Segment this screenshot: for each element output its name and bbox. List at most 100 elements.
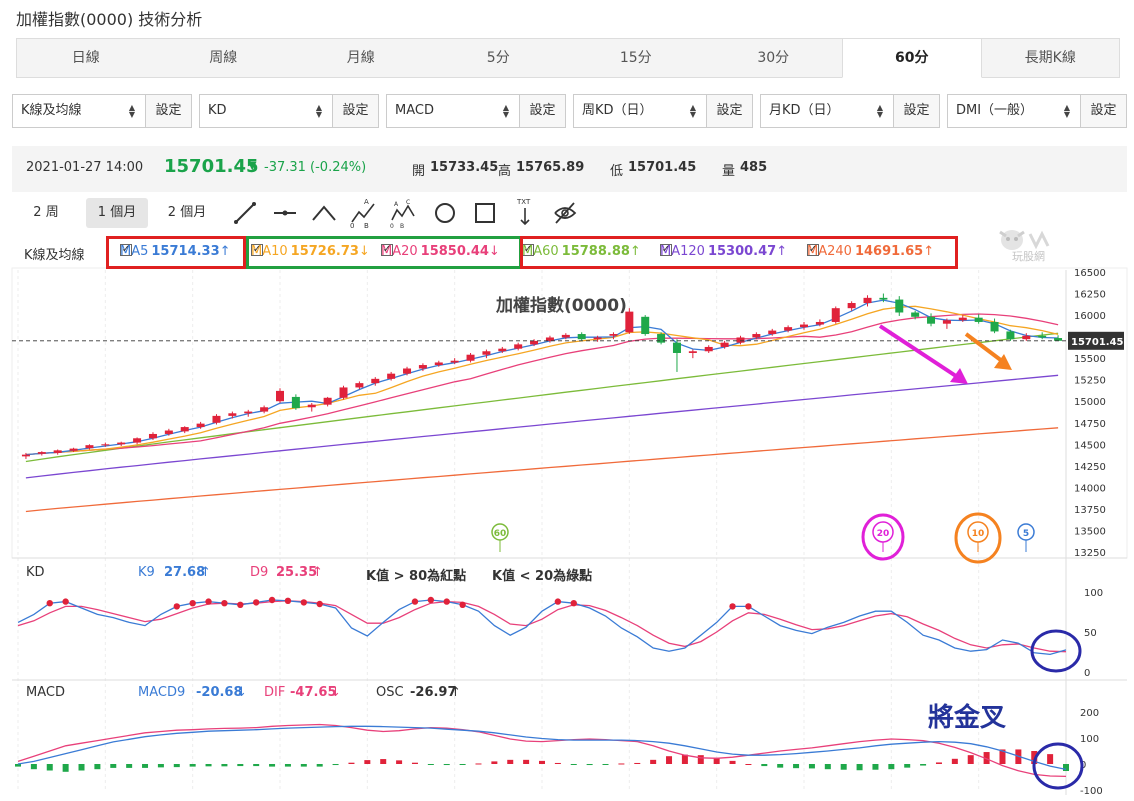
price-tag-text: 15701.45 [1071,337,1124,348]
price-tick-label: 15250 [1074,376,1106,387]
price-tick-label: 16250 [1074,290,1106,301]
candle-body [672,342,681,353]
osc-bar [221,764,228,767]
price-tick-label: 14000 [1074,483,1106,494]
osc-bar [666,756,673,764]
candle-body [688,351,697,353]
osc-bar [1063,764,1069,772]
candle-body [847,303,856,309]
osc-bar [46,764,53,771]
osc-bar [586,764,593,766]
kd-red-dot [173,603,180,610]
candle-body [561,334,570,338]
osc-bar [570,764,577,765]
osc-bar [173,764,180,768]
candle-body [609,334,618,336]
osc-bar [189,764,196,767]
kd-d-arrow: ↑ [312,565,323,580]
osc-bar [205,764,212,767]
macd-osc-label: OSC [376,685,404,700]
candle-body [498,348,507,352]
candle-body [117,442,126,445]
candle-body [339,387,348,398]
osc-bar [697,755,704,764]
kd-note1: K值 > 80為紅點 [366,569,467,584]
osc-bar [951,758,958,764]
macd-tick-label: 200 [1080,708,1099,719]
osc-bar [888,764,895,770]
candle-body [418,365,427,369]
macd-dif-arrow: ↓ [330,685,341,700]
macd-osc-arrow: ↑ [450,685,461,700]
candle-body [307,404,316,408]
osc-bar [745,764,752,765]
kd-d-label: D9 [250,565,269,580]
osc-bar [602,764,609,765]
price-tick-label: 15500 [1074,354,1106,365]
kd-tick-label: 100 [1084,588,1103,599]
kd-red-dot [62,598,69,605]
osc-bar [316,764,323,767]
osc-bar [634,762,641,764]
candle-body [974,317,983,322]
highlight-box-1 [246,236,522,269]
osc-bar [110,764,117,768]
ma-line-ma5 [25,299,1059,456]
candle-body [1006,331,1015,340]
candle-body [1038,335,1047,338]
osc-bar [411,762,418,764]
ma-marker-label: 5 [1023,529,1029,539]
price-tick-label: 14750 [1074,419,1106,430]
candle-body [990,321,999,332]
kd-red-dot [237,601,244,608]
macd-label: MACD [26,685,65,700]
candle-body [323,397,332,405]
kd-red-dot [268,596,276,604]
candle-body [895,299,904,313]
kd-red-dot [459,601,466,608]
osc-bar [380,759,387,764]
osc-bar [539,760,545,764]
kd-red-dot [729,603,736,610]
golden-cross-annotation: 將金叉 [928,702,1006,733]
candle-body [641,316,650,335]
osc-bar [253,764,260,767]
osc-bar [15,764,21,767]
candle-body [800,324,808,328]
kd-tick-label: 0 [1084,668,1090,679]
macd-macd-arrow: ↓ [236,685,247,700]
ma-marker-label: 60 [494,529,507,539]
osc-bar [523,759,530,764]
kd-red-dot [316,600,323,608]
candle-body [434,362,443,366]
osc-bar [459,764,466,765]
candle-body [148,433,157,439]
candle-body [276,390,284,402]
osc-bar [491,761,498,764]
osc-bar [793,764,800,769]
kd-k: 27.68 [164,565,206,580]
kd-red-dot [284,597,292,604]
candle-body [21,454,30,457]
osc-bar [920,764,927,766]
candle-body [768,330,777,335]
candle-body [736,337,745,343]
orange-arrow [964,332,1008,366]
candle-body [53,450,62,453]
highlight-box-0 [106,236,246,269]
candle-body [69,448,78,451]
price-tick-label: 13500 [1074,526,1106,537]
osc-bar [300,764,307,767]
osc-bar [507,759,514,764]
osc-bar [142,764,149,768]
candle-body [37,452,46,454]
osc-bar [443,764,450,766]
price-tick-label: 13250 [1074,548,1106,559]
candle-body [466,354,475,361]
osc-bar [396,760,403,764]
candle-body [958,317,967,321]
osc-bar [777,764,784,768]
candle-body [942,320,951,324]
osc-bar [332,764,339,766]
osc-bar [650,759,657,764]
